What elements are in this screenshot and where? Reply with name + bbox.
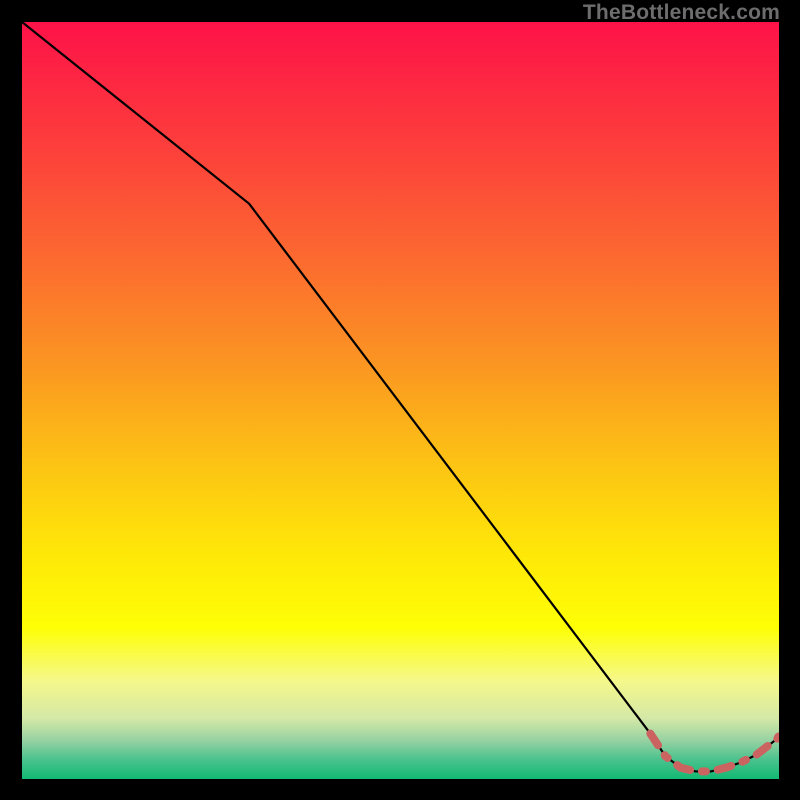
background-gradient: [22, 22, 779, 779]
chart-stage: TheBottleneck.com: [0, 0, 800, 800]
plot-area: [22, 22, 779, 779]
chart-svg: [22, 22, 779, 779]
